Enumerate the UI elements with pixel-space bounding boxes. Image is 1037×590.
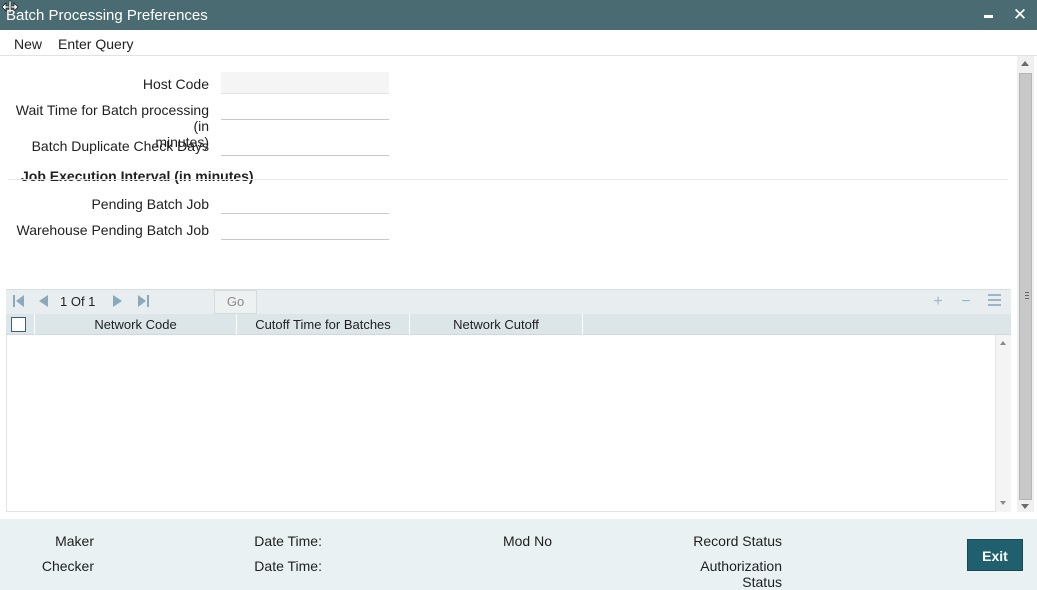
scroll-down-icon[interactable] (1021, 504, 1029, 509)
authorization-status-line1: Authorization (700, 558, 782, 574)
pending-batch-job-field[interactable] (221, 192, 389, 214)
grid-scrollbar[interactable] (995, 335, 1011, 512)
last-page-icon[interactable] (138, 295, 150, 307)
checker-label: Checker (41, 558, 94, 574)
minimize-icon[interactable] (981, 7, 995, 23)
maker-label: Maker (55, 533, 94, 549)
close-icon[interactable]: ✕ (1012, 6, 1028, 24)
next-page-icon[interactable] (113, 295, 123, 307)
scroll-thumb[interactable] (1019, 73, 1032, 500)
previous-page-icon[interactable] (39, 295, 49, 307)
grid-toolbar: 1 Of 1 Go + − (6, 289, 1011, 314)
select-all-checkbox[interactable] (11, 317, 26, 332)
host-code-label: Host Code (142, 76, 209, 92)
menu-new[interactable]: New (14, 36, 42, 52)
pagination-text: 1 Of 1 (60, 294, 96, 309)
grid-header: Network Code Cutoff Time for Batches Net… (6, 314, 1011, 335)
host-code-field[interactable] (221, 72, 389, 94)
main-scrollbar[interactable] (1017, 56, 1034, 512)
warehouse-pending-batch-job-field[interactable] (221, 218, 389, 240)
scroll-up-icon[interactable] (1021, 61, 1029, 66)
audit-footer: Maker Checker Date Time: Date Time: Mod … (0, 519, 1037, 590)
column-empty (582, 314, 995, 335)
mod-no-label: Mod No (502, 533, 552, 549)
warehouse-pending-batch-job-label: Warehouse Pending Batch Job (16, 222, 210, 238)
list-view-icon[interactable] (988, 294, 1001, 307)
dup-check-days-field[interactable] (221, 134, 389, 156)
delete-row-icon[interactable]: − (958, 293, 974, 311)
authorization-status-line2: Status (742, 574, 782, 590)
grid-scroll-up-icon[interactable] (1000, 341, 1006, 345)
grid-body (6, 335, 995, 512)
wait-time-field[interactable] (221, 98, 389, 120)
wait-time-label-line1: Wait Time for Batch processing (in (15, 102, 209, 134)
record-status-label: Record Status (693, 533, 782, 549)
checker-date-time-label: Date Time: (254, 558, 322, 574)
authorization-status-label: Authorization Status (680, 558, 782, 590)
first-page-icon[interactable] (13, 295, 25, 307)
exit-button[interactable]: Exit (967, 539, 1023, 571)
grid-scroll-down-icon[interactable] (1000, 501, 1006, 505)
section-divider (8, 179, 1008, 180)
window-title: Batch Processing Preferences (6, 7, 208, 24)
column-network-code[interactable]: Network Code (34, 314, 236, 335)
maker-date-time-label: Date Time: (254, 533, 322, 549)
title-bar: Batch Processing Preferences ✕ (0, 0, 1037, 30)
column-network-cutoff[interactable]: Network Cutoff (409, 314, 582, 335)
dup-check-days-label: Batch Duplicate Check Days (31, 138, 209, 154)
scroll-grip-icon (1025, 292, 1029, 299)
pending-batch-job-label: Pending Batch Job (91, 196, 209, 212)
column-cutoff-time[interactable]: Cutoff Time for Batches (236, 314, 409, 335)
menu-bar: New Enter Query (0, 30, 1037, 56)
go-button[interactable]: Go (214, 290, 257, 314)
section-title-job-execution: Job Execution Interval (in minutes) (21, 168, 254, 184)
menu-enter-query[interactable]: Enter Query (58, 36, 133, 52)
add-row-icon[interactable]: + (930, 293, 946, 311)
